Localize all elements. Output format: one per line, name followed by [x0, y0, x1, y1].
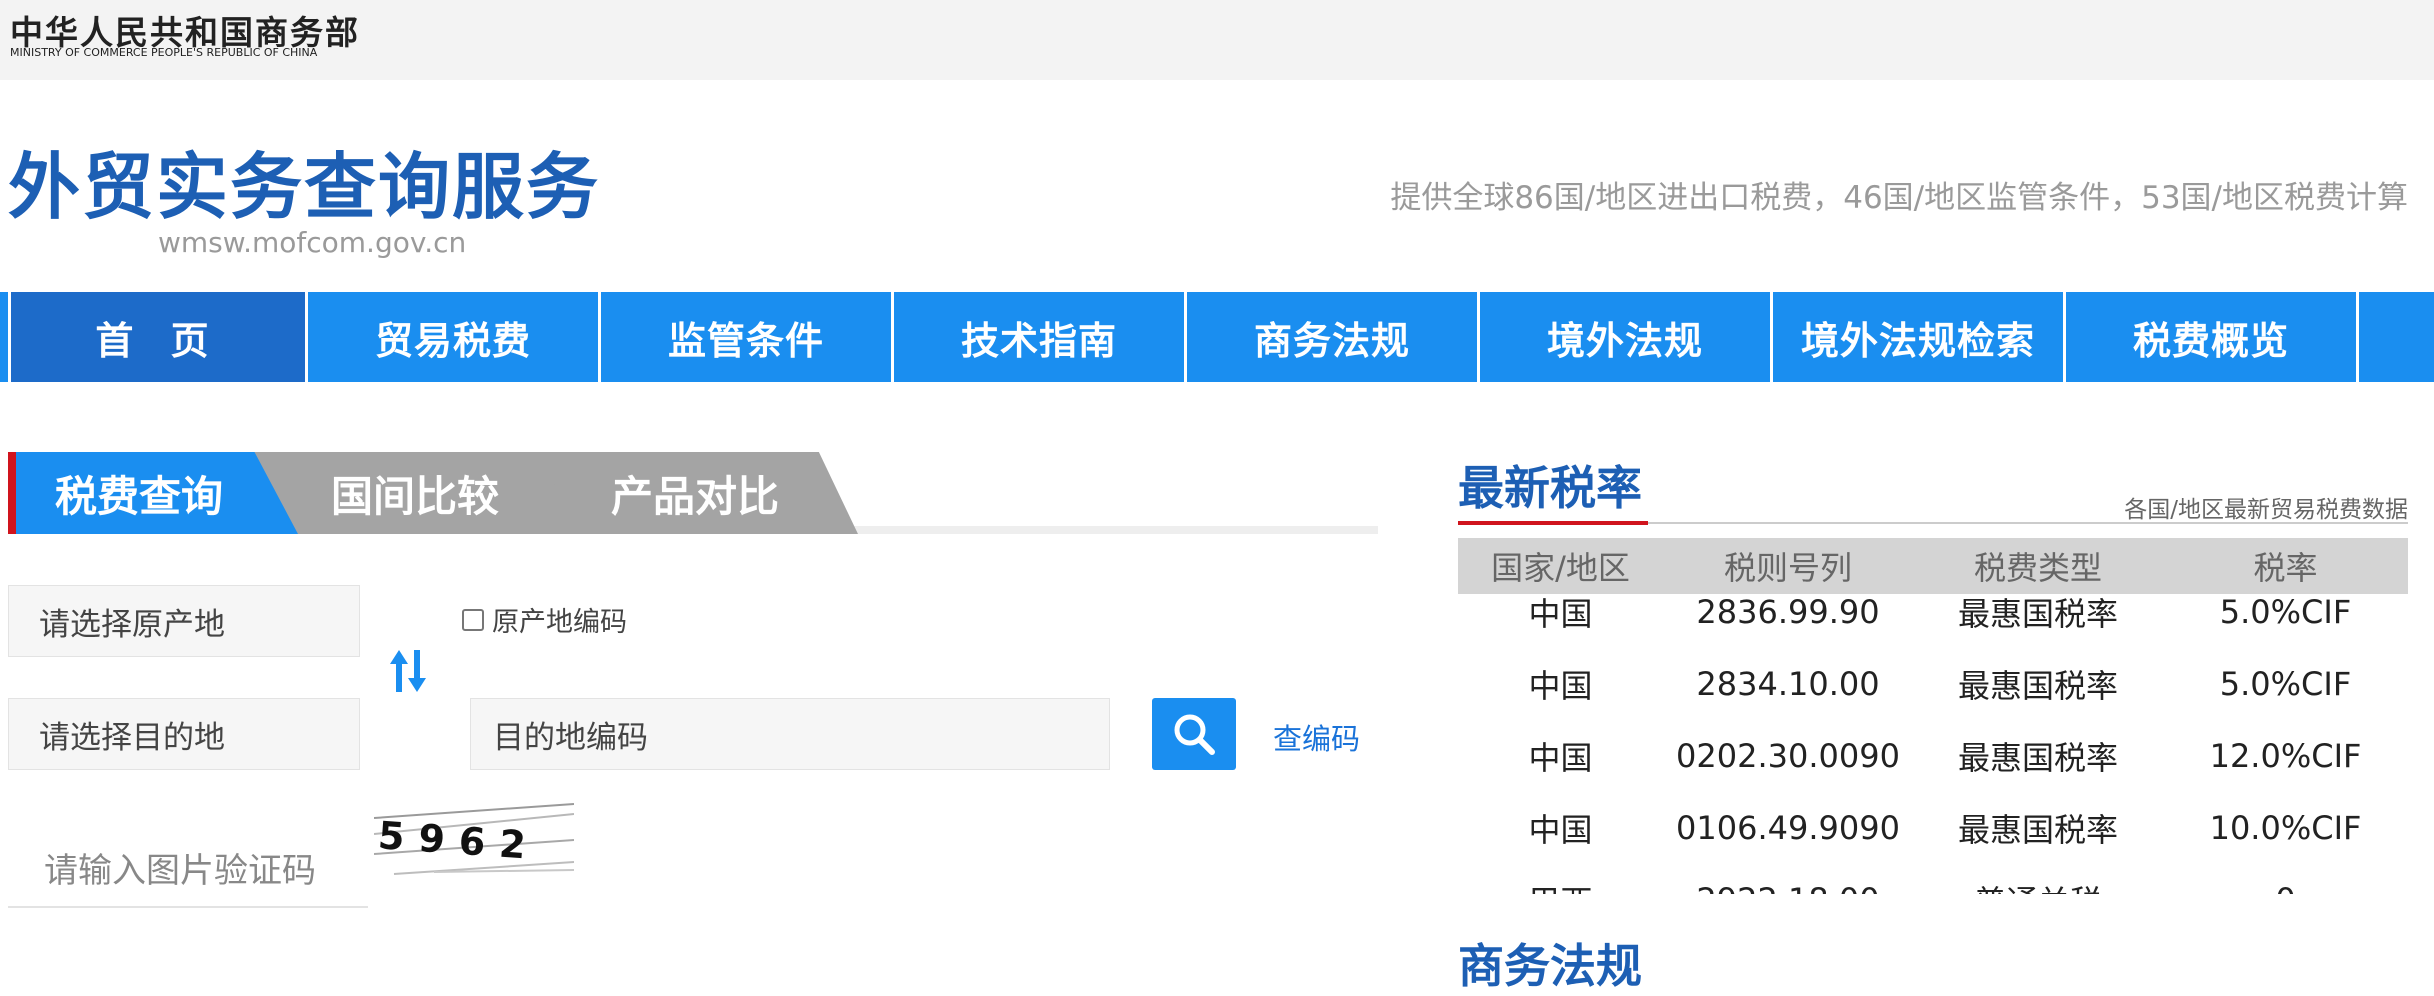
- origin-code-checkbox-label[interactable]: 原产地编码: [492, 600, 627, 639]
- column-header-rate: 税率: [2253, 549, 2318, 587]
- column-header-tax-type: 税费类型: [1973, 549, 2102, 587]
- destination-select[interactable]: 请选择目的地: [8, 698, 360, 770]
- latest-rates-title: 最新税率: [1458, 461, 1642, 515]
- table-row[interactable]: 中国 0202.30.0090 最惠国税率 12.0%CIF: [1458, 720, 2408, 792]
- search-icon: [1174, 714, 1215, 755]
- rates-table-body[interactable]: 中国 2836.99.90 最惠国税率 5.0%CIF 中国 2834.10.0…: [1458, 594, 2408, 894]
- tab-product-compare[interactable]: 产品对比: [532, 452, 858, 534]
- cell-country: 中国: [1528, 811, 1593, 849]
- rates-table-header: 国家/地区 税则号列 税费类型 税率: [1458, 538, 2408, 594]
- lookup-code-link[interactable]: 查编码: [1273, 716, 1360, 758]
- column-header-country: 国家/地区: [1491, 549, 1630, 587]
- main-nav: 首 页 贸易税费 监管条件 技术指南 商务法规 境外法规 境外法规检索 税费概览: [0, 292, 2434, 382]
- cell-tariff-code: 0202.30.0090: [1676, 737, 1900, 775]
- swap-arrows-icon[interactable]: [386, 646, 430, 696]
- captcha-input[interactable]: 请输入图片验证码: [8, 828, 368, 908]
- search-button[interactable]: [1152, 698, 1236, 770]
- tab-country-compare[interactable]: 国间比较: [252, 452, 578, 534]
- nav-item-technical-guide[interactable]: 技术指南: [891, 292, 1184, 382]
- captcha-text: 5962: [377, 813, 541, 868]
- table-row[interactable]: 巴西 2922.18.00 普通关税 0: [1458, 864, 2408, 894]
- ministry-bar: 中华人民共和国商务部 MINISTRY OF COMMERCE PEOPLE'S…: [0, 0, 2434, 80]
- origin-code-checkbox[interactable]: [462, 608, 484, 631]
- cell-tax-type: 最惠国税率: [1957, 595, 2118, 633]
- cell-rate: 0: [2163, 881, 2408, 894]
- cell-rate: 5.0%CIF: [2219, 594, 2352, 631]
- nav-item-tax-overview[interactable]: 税费概览: [2063, 292, 2356, 382]
- table-row[interactable]: 中国 2836.99.90 最惠国税率 5.0%CIF: [1458, 594, 2408, 648]
- cell-rate: 5.0%CIF: [2219, 665, 2352, 703]
- cell-tax-type: 普通关税: [1913, 877, 2163, 894]
- site-title[interactable]: 外贸实务查询服务: [8, 128, 600, 233]
- nav-item-foreign-regulations[interactable]: 境外法规: [1477, 292, 1770, 382]
- nav-item-regulatory-conditions[interactable]: 监管条件: [598, 292, 891, 382]
- nav-item-foreign-regulations-search[interactable]: 境外法规检索: [1770, 292, 2063, 382]
- column-header-tariff-code: 税则号列: [1723, 549, 1852, 587]
- cell-tariff-code: 2834.10.00: [1696, 665, 1880, 703]
- nav-divider: [2356, 292, 2379, 382]
- cell-country: 中国: [1528, 667, 1593, 705]
- site-domain: wmsw.mofcom.gov.cn: [158, 226, 467, 259]
- cell-tax-type: 最惠国税率: [1957, 667, 2118, 705]
- table-row[interactable]: 中国 0106.49.9090 最惠国税率 10.0%CIF: [1458, 792, 2408, 864]
- table-row[interactable]: 中国 2834.10.00 最惠国税率 5.0%CIF: [1458, 648, 2408, 720]
- section-accent-bar: [1458, 521, 1648, 525]
- cell-country: 中国: [1528, 739, 1593, 777]
- cell-rate: 10.0%CIF: [2209, 809, 2362, 847]
- cell-country: 巴西: [1458, 877, 1663, 894]
- nav-item-commerce-regulations[interactable]: 商务法规: [1184, 292, 1477, 382]
- origin-select[interactable]: 请选择原产地: [8, 585, 360, 657]
- latest-rates-subtitle[interactable]: 各国/地区最新贸易税费数据: [2124, 490, 2408, 524]
- cell-tax-type: 最惠国税率: [1957, 739, 2118, 777]
- nav-item-trade-tax[interactable]: 贸易税费: [305, 292, 598, 382]
- cell-tariff-code: 2836.99.90: [1696, 594, 1880, 631]
- tab-tax-query[interactable]: 税费查询: [8, 452, 298, 534]
- destination-code-input[interactable]: 目的地编码: [470, 698, 1110, 770]
- site-slogan: 提供全球86国/地区进出口税费，46国/地区监管条件，53国/地区税费计算: [1390, 180, 2408, 216]
- ministry-logo-en[interactable]: MINISTRY OF COMMERCE PEOPLE'S REPUBLIC O…: [10, 46, 317, 59]
- captcha-image[interactable]: 5962: [373, 800, 575, 878]
- cell-country: 中国: [1528, 595, 1593, 633]
- query-tabs: 产品对比 国间比较 税费查询: [8, 452, 1378, 538]
- commerce-regulations-section-title: 商务法规: [1458, 939, 1642, 993]
- cell-rate: 12.0%CIF: [2209, 737, 2362, 775]
- cell-tariff-code: 2922.18.00: [1663, 881, 1913, 894]
- cell-tariff-code: 0106.49.9090: [1676, 809, 1900, 847]
- origin-code-option: 原产地编码: [462, 600, 627, 639]
- cell-tax-type: 最惠国税率: [1957, 811, 2118, 849]
- nav-item-home[interactable]: 首 页: [8, 292, 305, 382]
